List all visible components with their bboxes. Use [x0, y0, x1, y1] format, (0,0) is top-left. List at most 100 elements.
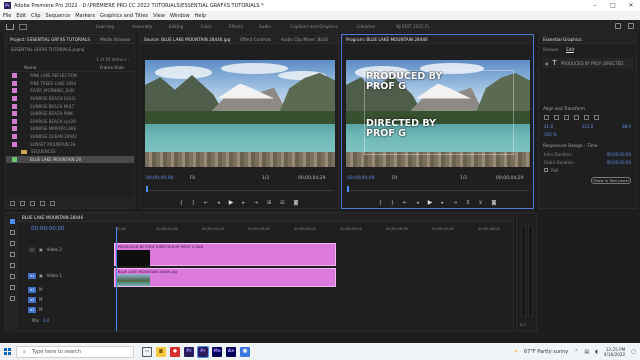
- workspace-custom[interactable]: NJ EDIT 2022 FL: [383, 24, 443, 29]
- go-to-out-icon[interactable]: ⇥: [453, 200, 457, 206]
- timeline-playhead[interactable]: [116, 227, 117, 331]
- new-item-icon[interactable]: [40, 200, 45, 206]
- export-frame-icon[interactable]: ◙: [491, 200, 496, 206]
- close-icon[interactable]: ✕: [622, 0, 640, 11]
- tab-sequence[interactable]: BLUE LAKE MOUNTAIN 28446: [22, 215, 83, 220]
- extract-icon[interactable]: ⊻: [479, 200, 483, 206]
- ripple-edit-tool-icon[interactable]: [9, 241, 15, 246]
- icon-view-icon[interactable]: [20, 200, 25, 206]
- align-bottom-icon[interactable]: [594, 115, 599, 120]
- menu-graphics-titles[interactable]: Graphics and Titles: [100, 13, 148, 19]
- overwrite-icon[interactable]: ⊟: [280, 200, 284, 206]
- track-target-v2[interactable]: V2: [28, 246, 36, 253]
- import-icon[interactable]: [19, 23, 27, 30]
- slip-tool-icon[interactable]: [9, 263, 15, 268]
- trash-icon[interactable]: [50, 200, 55, 206]
- tab-essential-graphics[interactable]: Essential Graphics: [543, 37, 582, 42]
- program-scrubber[interactable]: [347, 186, 529, 192]
- program-fit[interactable]: Fit: [392, 176, 397, 181]
- mark-in-icon[interactable]: {: [379, 200, 382, 206]
- start-button[interactable]: [0, 343, 14, 360]
- align-top-icon[interactable]: [574, 115, 579, 120]
- play-icon[interactable]: ▶: [229, 199, 234, 206]
- list-item[interactable]: SUNRISE BEACH GOLD: [6, 95, 134, 103]
- taskbar-search[interactable]: ⌕ Type here to search: [16, 345, 134, 358]
- column-name[interactable]: Name: [24, 65, 36, 70]
- step-back-icon[interactable]: ◂: [217, 200, 220, 206]
- menu-view[interactable]: View: [153, 13, 165, 19]
- clock[interactable]: 12:25 PM 4/16/2022: [604, 347, 625, 357]
- list-item[interactable]: SUNRISE OCEAN 29942: [6, 133, 134, 141]
- source-fit[interactable]: Fit: [190, 176, 195, 181]
- minimize-icon[interactable]: –: [586, 0, 604, 11]
- source-video-frame[interactable]: [145, 60, 335, 167]
- task-view-icon[interactable]: ▭: [142, 346, 152, 357]
- step-forward-icon[interactable]: ▸: [441, 200, 444, 206]
- roll-checkbox[interactable]: [544, 167, 548, 172]
- lift-icon[interactable]: ⊼: [466, 200, 470, 206]
- menu-clip[interactable]: Clip: [31, 13, 40, 19]
- file-explorer-icon[interactable]: ▆: [156, 346, 166, 357]
- app-icon[interactable]: ■: [240, 346, 250, 357]
- premiere-active-taskbar-icon[interactable]: Pr: [197, 345, 209, 358]
- menu-window[interactable]: Window: [170, 13, 190, 19]
- workspace-libraries[interactable]: Libraries: [349, 24, 383, 29]
- list-item[interactable]: SUNRISE MIRROR LAKE: [6, 125, 134, 133]
- show-in-text-panel-button[interactable]: Show in Text panel: [591, 177, 631, 184]
- chrome-icon[interactable]: ●: [170, 346, 180, 357]
- tab-audio-clip-mixer[interactable]: Audio Clip Mixer: BLUE: [281, 37, 328, 42]
- volume-icon[interactable]: ◖: [595, 349, 598, 355]
- program-playhead[interactable]: [347, 186, 349, 192]
- freeform-view-icon[interactable]: [30, 200, 35, 206]
- folder-sequences[interactable]: SEQUENCES: [6, 148, 134, 156]
- intro-duration-value[interactable]: 00;00;00;00: [607, 152, 631, 157]
- align-left-icon[interactable]: [544, 115, 549, 120]
- tab-media-browser[interactable]: Media Browser: [100, 37, 131, 42]
- track-target-a1[interactable]: A1: [28, 286, 36, 293]
- eye-icon[interactable]: ◉: [545, 61, 549, 66]
- source-playhead[interactable]: [146, 186, 148, 192]
- quick-export-icon[interactable]: [615, 23, 621, 29]
- workspace-editing[interactable]: Editing: [161, 24, 191, 29]
- rotation-value[interactable]: 88.9: [622, 124, 631, 129]
- position-y[interactable]: 131.9: [582, 124, 593, 129]
- list-item[interactable]: SUNRISE BEACH MULT: [6, 102, 134, 110]
- menu-file[interactable]: File: [3, 13, 11, 19]
- source-timecode[interactable]: 00;00;00;00: [146, 176, 173, 181]
- mute-icon[interactable]: M: [39, 287, 42, 292]
- mute-icon[interactable]: M: [39, 307, 42, 312]
- list-item[interactable]: SUNSET MOUNTAIN 28: [6, 140, 134, 148]
- pen-tool-icon[interactable]: [9, 274, 15, 279]
- list-item-selected[interactable]: BLUE LAKE MOUNTAIN 28: [6, 155, 134, 164]
- track-header-mix[interactable]: Mix 0.0: [28, 316, 112, 325]
- type-tool-icon[interactable]: [9, 296, 15, 301]
- razor-tool-icon[interactable]: [9, 252, 15, 257]
- align-center-icon[interactable]: [554, 115, 559, 120]
- list-item[interactable]: PINK LAKE REFLECTION: [6, 72, 134, 80]
- tab-effect-controls[interactable]: Effect Controls: [240, 37, 271, 42]
- track-header-a2[interactable]: A2 M: [28, 295, 112, 304]
- tab-program[interactable]: Program: BLUE LAKE MOUNTAIN 28446: [346, 37, 428, 42]
- overlay-text-produced[interactable]: PRODUCED BY PROF G: [366, 72, 442, 91]
- lock-icon[interactable]: ▣: [39, 273, 43, 278]
- workspace-color[interactable]: Color: [191, 24, 221, 29]
- notifications-icon[interactable]: ▢: [631, 349, 636, 355]
- track-header-a3[interactable]: A3 M: [28, 305, 112, 314]
- workspace-audio[interactable]: Audio: [251, 24, 279, 29]
- workspace-captions-graphics[interactable]: Captions and Graphics: [279, 24, 349, 29]
- menu-edit[interactable]: Edit: [16, 13, 26, 19]
- list-item[interactable]: SUNRISE BEACH PINK: [6, 110, 134, 118]
- mark-out-icon[interactable]: }: [391, 200, 394, 206]
- lock-icon[interactable]: ▣: [39, 247, 43, 252]
- fullscreen-icon[interactable]: [628, 23, 634, 29]
- program-timecode[interactable]: 00;00;00;00: [347, 176, 374, 181]
- hand-tool-icon[interactable]: [9, 285, 15, 290]
- weather-text[interactable]: 67°F Partly sunny: [524, 349, 568, 355]
- selection-tool-icon[interactable]: [9, 219, 15, 224]
- go-to-out-icon[interactable]: ⇥: [254, 200, 258, 206]
- program-video-frame[interactable]: PRODUCED BY PROF G DIRECTED BY PROF G: [346, 60, 530, 167]
- mark-out-icon[interactable]: }: [192, 200, 195, 206]
- align-right-icon[interactable]: [564, 115, 569, 120]
- step-forward-icon[interactable]: ▸: [242, 200, 245, 206]
- menu-sequence[interactable]: Sequence: [46, 13, 71, 19]
